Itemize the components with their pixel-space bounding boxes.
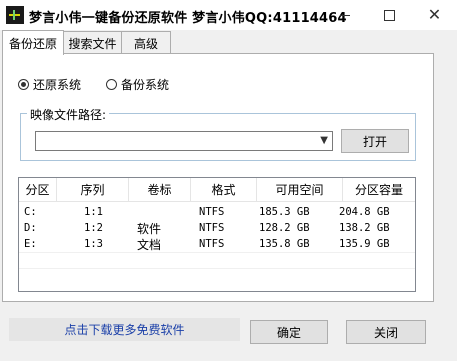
radio-checked-icon: [18, 79, 29, 90]
close-icon: ✕: [427, 5, 442, 24]
close-window-button[interactable]: ✕: [412, 0, 457, 30]
title-bar: 梦言小伟一键备份还原软件 梦言小伟QQ:41114464 ✕: [0, 0, 457, 30]
close-button[interactable]: 关闭: [346, 320, 426, 344]
app-icon: [6, 6, 24, 24]
column-header[interactable]: 卷标: [129, 178, 191, 201]
tab-backup-restore[interactable]: 备份还原: [2, 30, 64, 55]
window-title: 梦言小伟一键备份还原软件 梦言小伟QQ:41114464: [29, 11, 347, 26]
minimize-icon: [339, 14, 350, 16]
column-header[interactable]: 序列: [57, 178, 129, 201]
column-header[interactable]: 分区容量: [343, 178, 415, 201]
open-button[interactable]: 打开: [341, 129, 409, 153]
column-header[interactable]: 格式: [191, 178, 257, 201]
backup-radio[interactable]: 备份系统: [106, 76, 169, 93]
table-row[interactable]: D: 1:2 软件 NTFS 128.2 GB 138.2 GB: [19, 220, 415, 236]
ok-button[interactable]: 确定: [250, 320, 328, 344]
backup-radio-label: 备份系统: [121, 78, 170, 92]
tab-search-files[interactable]: 搜索文件: [63, 31, 122, 54]
row-divider: [19, 252, 415, 253]
restore-radio-label: 还原系统: [33, 78, 82, 92]
minimize-button[interactable]: [322, 0, 367, 30]
list-header: 分区 序列 卷标 格式 可用空间 分区容量: [19, 178, 415, 202]
download-more-link[interactable]: 点击下载更多免费软件: [9, 318, 240, 341]
maximize-button[interactable]: [367, 0, 412, 30]
radio-unchecked-icon: [106, 79, 117, 90]
maximize-icon: [384, 9, 395, 21]
restore-radio[interactable]: 还原系统: [18, 76, 81, 93]
image-path-combobox[interactable]: ▼: [35, 131, 333, 151]
row-divider: [19, 268, 415, 269]
image-path-label: 映像文件路径:: [27, 106, 110, 123]
column-header[interactable]: 可用空间: [257, 178, 343, 201]
table-row[interactable]: E: 1:3 文档 NTFS 135.8 GB 135.9 GB: [19, 236, 415, 252]
tab-advanced[interactable]: 高级: [121, 31, 171, 54]
chevron-down-icon[interactable]: ▼: [320, 135, 328, 146]
column-header[interactable]: 分区: [19, 178, 57, 201]
partition-list[interactable]: 分区 序列 卷标 格式 可用空间 分区容量 C: 1:1 NTFS 185.3 …: [18, 177, 416, 292]
table-row[interactable]: C: 1:1 NTFS 185.3 GB 204.8 GB: [19, 204, 415, 220]
